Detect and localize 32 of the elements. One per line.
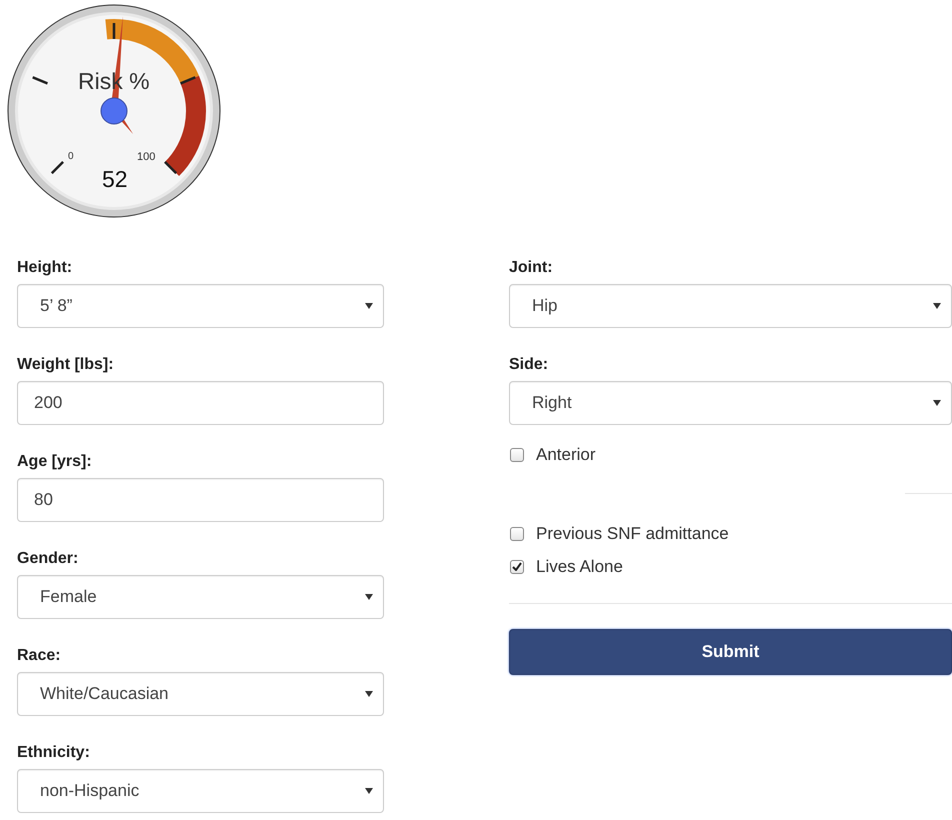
field-label: Race: (17, 647, 61, 666)
checkbox[interactable] (510, 560, 524, 574)
caret-icon (365, 788, 373, 794)
field-label: Ethnicity: (17, 744, 90, 763)
caret-icon (933, 303, 941, 309)
field-label: Age [yrs]: (17, 453, 92, 472)
gauge-max-label: 100 (137, 151, 156, 163)
caret-icon (933, 400, 941, 406)
gauge-value: 52 (102, 166, 128, 193)
checkbox[interactable] (510, 526, 524, 540)
gauge-min-label: 0 (68, 151, 74, 162)
field-label: Side: (509, 356, 548, 375)
select-dropdown[interactable]: Hip (509, 284, 952, 328)
field-label: Height: (17, 259, 72, 278)
field-label: Weight [lbs]: (17, 356, 114, 375)
caret-icon (365, 303, 373, 309)
caret-icon (365, 594, 373, 600)
select-dropdown[interactable]: non-Hispanic (17, 769, 384, 813)
submit-button[interactable]: Submit (509, 629, 952, 675)
select-dropdown[interactable]: White/Caucasian (17, 672, 384, 716)
input-field[interactable]: 200 (17, 381, 384, 425)
field-label: Joint: (509, 259, 553, 278)
input-field[interactable]: 80 (17, 478, 384, 522)
select-dropdown[interactable]: Right (509, 381, 952, 425)
checkbox-label: Previous SNF admittance (536, 524, 729, 544)
checkbox-label: Lives Alone (536, 556, 623, 576)
checkbox-label: Anterior (536, 444, 596, 464)
field-label: Gender: (17, 550, 78, 569)
select-dropdown[interactable]: 5’ 8” (17, 284, 384, 328)
select-dropdown[interactable]: Female (17, 575, 384, 619)
checkbox[interactable] (510, 448, 524, 462)
caret-icon (365, 691, 373, 697)
